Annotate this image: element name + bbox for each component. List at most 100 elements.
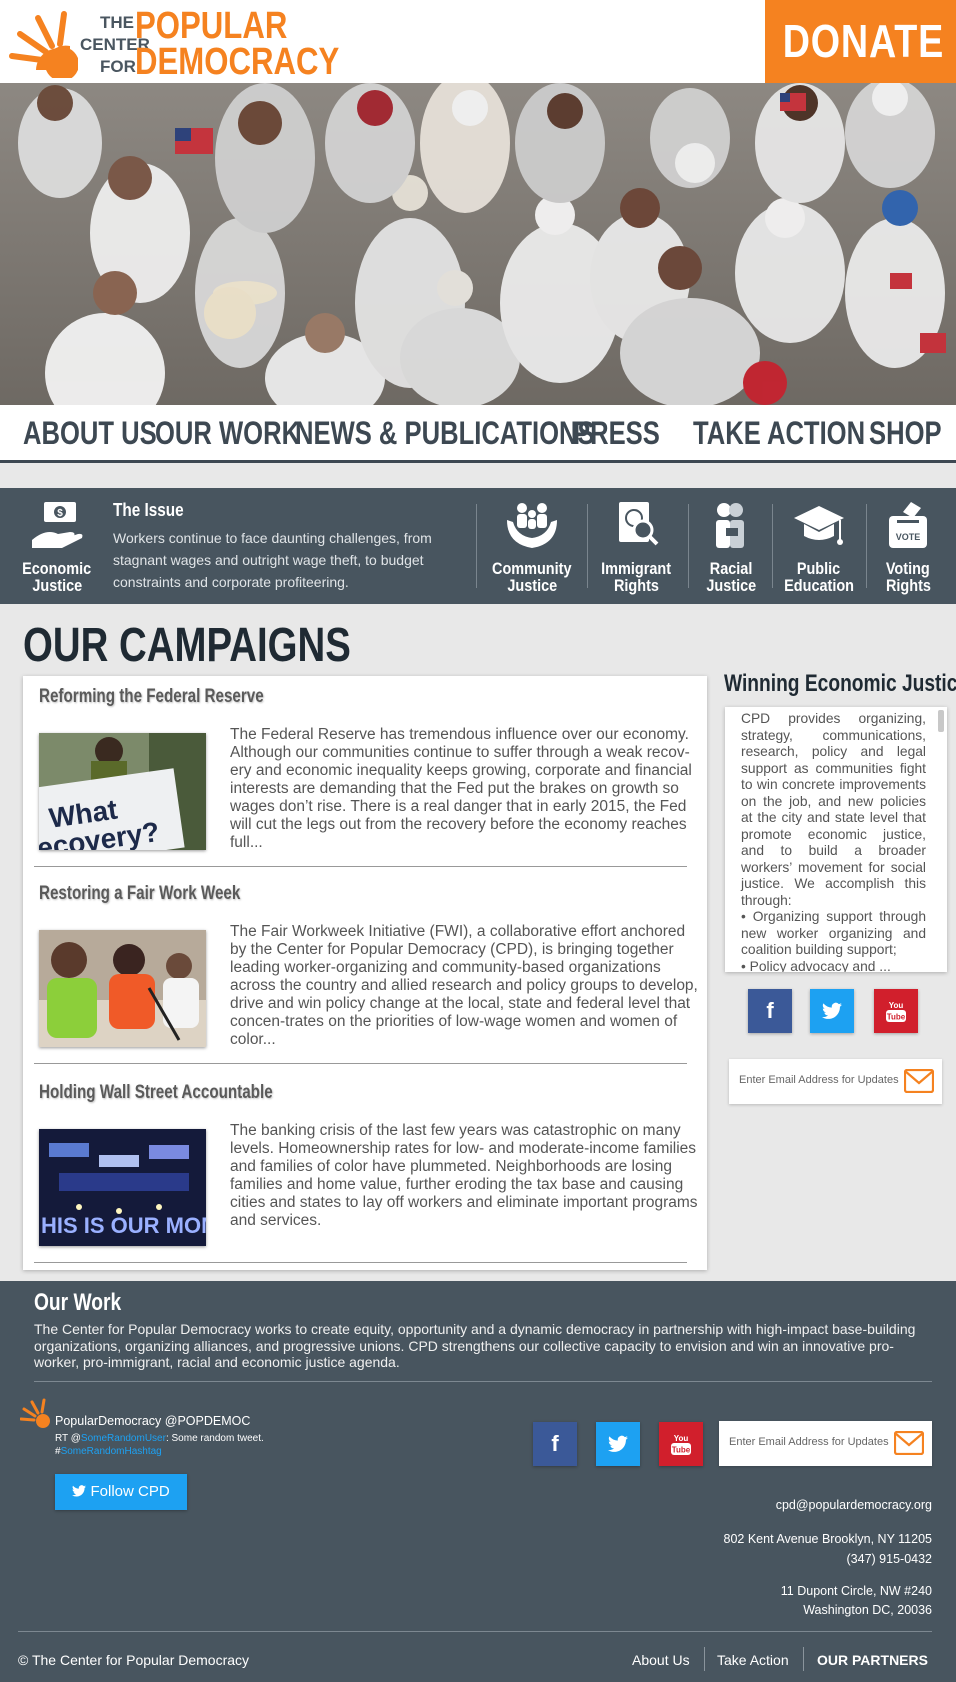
email-input[interactable]: Enter Email Address for Updates bbox=[739, 1074, 899, 1086]
logo-democracy: DEMOCRACY bbox=[135, 41, 340, 83]
issue-racial-justice[interactable]: Racial Justice bbox=[692, 488, 770, 604]
site-logo[interactable]: THE CENTER FOR POPULAR DEMOCRACY bbox=[8, 7, 339, 81]
campaign-title[interactable]: Reforming the Federal Reserve bbox=[39, 686, 320, 708]
campaign-thumbnail[interactable]: HIS IS OUR MOMEN bbox=[39, 1129, 206, 1246]
scrollbar[interactable] bbox=[938, 710, 944, 732]
twitter-icon bbox=[608, 1435, 628, 1452]
divider bbox=[476, 504, 477, 588]
facebook-button[interactable]: f bbox=[748, 989, 792, 1033]
sidebar-textbox[interactable]: CPD provides organizing, strategy, commu… bbox=[725, 707, 947, 972]
sidebar-title: Winning Economic Justice bbox=[724, 670, 956, 697]
issue-immigrant-rights[interactable]: Immigrant Rights bbox=[590, 488, 682, 604]
sidebar-bullet: • Organizing support through new worker … bbox=[741, 909, 926, 957]
campaign-title[interactable]: Restoring a Fair Work Week bbox=[39, 883, 291, 905]
community-hands-icon bbox=[507, 503, 557, 548]
facebook-button[interactable]: f bbox=[533, 1422, 577, 1466]
campaign-summary: The Fair Workweek Initiative (FWI), a co… bbox=[230, 923, 698, 1048]
campaigns-list: Reforming the Federal Reserve What ecove… bbox=[23, 676, 707, 1270]
footer-link-our-partners[interactable]: OUR PARTNERS bbox=[817, 1652, 928, 1668]
follow-cpd-button[interactable]: Follow CPD bbox=[55, 1474, 187, 1510]
divider bbox=[688, 504, 689, 588]
campaign-thumbnail[interactable]: What ecovery? bbox=[39, 733, 206, 850]
svg-text:$: $ bbox=[57, 508, 63, 519]
facebook-icon: f bbox=[766, 998, 774, 1023]
ballot-box-icon: VOTE bbox=[889, 502, 927, 548]
youtube-button[interactable]: You Tube bbox=[659, 1422, 703, 1466]
divider bbox=[704, 1647, 705, 1671]
divider bbox=[34, 1262, 687, 1263]
divider bbox=[587, 504, 588, 588]
logo-for: FOR bbox=[100, 57, 136, 76]
divider bbox=[34, 1063, 687, 1064]
issue-community-justice[interactable]: Community Justice bbox=[480, 488, 584, 604]
sidebar-bullet: • Policy advocacy and ... bbox=[741, 958, 891, 973]
youtube-icon: You Tube bbox=[671, 1434, 691, 1455]
campaign-title[interactable]: Holding Wall Street Accountable bbox=[39, 1082, 331, 1104]
campaign-thumbnail[interactable] bbox=[39, 930, 206, 1047]
logo-the: THE bbox=[100, 13, 134, 32]
issue-label-line2: Justice bbox=[32, 576, 82, 595]
address-dc: 11 Dupont Circle, NW #240 bbox=[780, 1584, 932, 1598]
twitter-icon bbox=[72, 1485, 87, 1497]
issue-label-line1: Economic bbox=[22, 559, 92, 578]
campaign-item: Restoring a Fair Work Week The Fair Work… bbox=[23, 883, 707, 1064]
email-signup-field[interactable]: Enter Email Address for Updates bbox=[729, 1059, 942, 1104]
issues-bar: $ Economic Justice The Issue Workers con… bbox=[0, 488, 956, 604]
svg-text:Tube: Tube bbox=[887, 1013, 906, 1022]
svg-text:You: You bbox=[889, 1001, 904, 1010]
issue-voting-rights[interactable]: VOTE Voting Rights bbox=[870, 488, 946, 604]
campaign-photo: What ecovery? bbox=[39, 733, 206, 850]
hashtag-link[interactable]: SomeRandomHashtag bbox=[61, 1446, 162, 1457]
nav-item-shop[interactable]: SHOP bbox=[869, 415, 956, 452]
svg-text:VOTE: VOTE bbox=[896, 532, 921, 542]
campaign-item: Holding Wall Street Accountable HIS IS O… bbox=[23, 1082, 707, 1263]
sidebar-text: CPD provides organizing, strategy, commu… bbox=[741, 711, 926, 972]
our-work-title: Our Work bbox=[34, 1289, 122, 1316]
address-dc-city: Washington DC, 20036 bbox=[803, 1603, 932, 1617]
nav-item-press[interactable]: PRESS bbox=[573, 415, 681, 452]
issue-description: The Issue Workers continue to face daunt… bbox=[113, 500, 463, 593]
svg-text:Tube: Tube bbox=[672, 1446, 691, 1455]
envelope-icon[interactable] bbox=[894, 1431, 924, 1455]
twitter-button[interactable] bbox=[596, 1422, 640, 1466]
youtube-icon: You Tube bbox=[886, 1001, 906, 1022]
email-signup-field[interactable]: Enter Email Address for Updates bbox=[719, 1421, 932, 1466]
hero-image bbox=[0, 83, 956, 405]
issue-text: Workers continue to face daunting challe… bbox=[113, 530, 432, 590]
issue-title: The Issue bbox=[113, 500, 184, 520]
facebook-icon: f bbox=[551, 1431, 559, 1456]
our-work-text: The Center for Popular Democracy works t… bbox=[34, 1321, 916, 1370]
sun-logo-icon bbox=[9, 11, 78, 78]
envelope-icon[interactable] bbox=[904, 1069, 934, 1093]
divider bbox=[34, 866, 687, 867]
issue-economic-justice[interactable]: $ Economic Justice bbox=[10, 488, 104, 604]
divider bbox=[866, 504, 867, 588]
youtube-button[interactable]: You Tube bbox=[874, 989, 918, 1033]
tweet-mention-link[interactable]: SomeRandomUser bbox=[81, 1433, 166, 1444]
passport-search-icon bbox=[619, 502, 659, 546]
copyright: © The Center for Popular Democracy bbox=[18, 1652, 250, 1668]
twitter-button[interactable] bbox=[810, 989, 854, 1033]
divider bbox=[18, 1631, 932, 1632]
issue-public-education[interactable]: Public Education bbox=[776, 488, 862, 604]
sun-logo-icon bbox=[20, 1398, 50, 1428]
site-footer: Our Work The Center for Popular Democrac… bbox=[0, 1281, 956, 1682]
tweet-hashtag: #SomeRandomHashtag bbox=[55, 1446, 162, 1457]
divider bbox=[772, 504, 773, 588]
divider bbox=[34, 1381, 932, 1382]
people-icon bbox=[716, 503, 744, 548]
main-nav: ABOUT US OUR WORK NEWS & PUBLICATIONS PR… bbox=[0, 405, 956, 463]
site-header: THE CENTER FOR POPULAR DEMOCRACY DONATE bbox=[0, 0, 956, 83]
twitter-icon bbox=[822, 1002, 842, 1019]
email-input[interactable]: Enter Email Address for Updates bbox=[729, 1436, 889, 1448]
photo-caption: HIS IS OUR MOMEN bbox=[41, 1213, 206, 1238]
graduation-cap-icon bbox=[794, 506, 844, 545]
contact-email[interactable]: cpd@populardemocracy.org bbox=[776, 1498, 932, 1512]
footer-link-take-action[interactable]: Take Action bbox=[717, 1652, 789, 1668]
address-brooklyn: 802 Kent Avenue Brooklyn, NY 11205 bbox=[723, 1532, 933, 1546]
donate-button[interactable]: DONATE bbox=[765, 0, 956, 83]
twitter-username[interactable]: PopularDemocracy @POPDEMOC bbox=[55, 1414, 250, 1428]
divider bbox=[803, 1647, 804, 1671]
footer-link-about-us[interactable]: About Us bbox=[632, 1652, 690, 1668]
money-hand-icon: $ bbox=[32, 502, 83, 548]
